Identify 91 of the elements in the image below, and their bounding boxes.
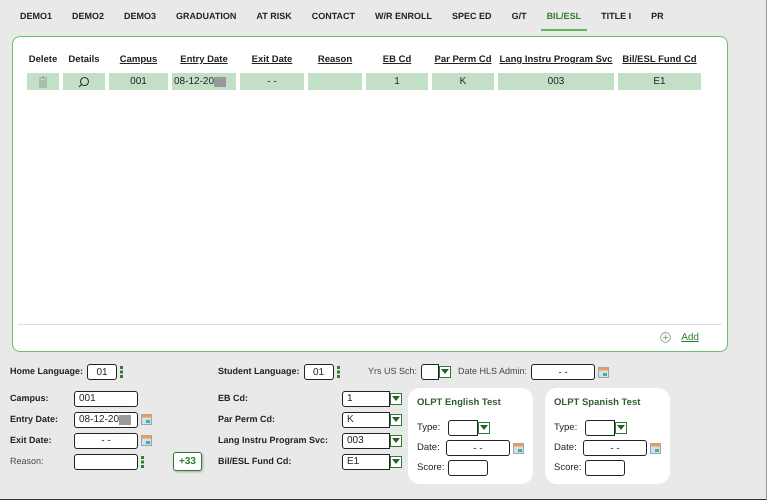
caret-icon: [392, 416, 400, 422]
field-label: Student Language:: [218, 365, 300, 378]
input-field[interactable]: 003: [342, 432, 390, 448]
field-label: Date:: [554, 441, 578, 456]
more-icon[interactable]: [141, 456, 144, 468]
calendar-icon[interactable]: [650, 442, 661, 454]
input-field[interactable]: - -: [74, 432, 138, 448]
column-header: Details: [67, 53, 101, 67]
table-cell: K: [432, 73, 494, 90]
field-label: EB Cd:: [218, 392, 249, 405]
input-field[interactable]: - -: [583, 440, 647, 456]
more-icon[interactable]: [120, 366, 124, 378]
card-title: OLPT Spanish Test: [554, 396, 642, 410]
add-icon[interactable]: [660, 332, 672, 343]
field-label: Exit Date:: [10, 434, 53, 447]
field-label: Bil/ESL Fund Cd:: [218, 454, 292, 468]
more-icon[interactable]: [336, 366, 340, 378]
table-cell: 1: [366, 73, 428, 90]
input-field[interactable]: 08-12-20: [74, 412, 138, 428]
field-label: Score:: [417, 461, 446, 476]
add-link[interactable]: Add: [681, 330, 699, 345]
caret-icon: [441, 369, 450, 375]
column-header: Delete: [28, 53, 58, 67]
column-header[interactable]: Exit Date: [240, 53, 304, 74]
field-label: Campus:: [10, 392, 50, 405]
input-field[interactable]: [448, 460, 488, 476]
input-field[interactable]: [421, 364, 440, 380]
table-cell: [308, 73, 362, 90]
column-header[interactable]: Bil/ESL Fund Cd: [618, 53, 701, 74]
field-label: Type:: [417, 421, 442, 436]
dropdown-button[interactable]: [390, 414, 402, 426]
table-cell: 001: [109, 73, 168, 90]
table-cell: 08-12-20: [172, 73, 236, 90]
input-field[interactable]: [585, 460, 625, 476]
dropdown-button[interactable]: [390, 434, 402, 446]
tab[interactable]: DEMO2: [72, 9, 104, 30]
tab[interactable]: PR: [651, 9, 664, 30]
input-field[interactable]: [74, 454, 138, 470]
tab[interactable]: CONTACT: [312, 9, 356, 30]
card-title: OLPT English Test: [417, 396, 502, 410]
dropdown-button[interactable]: [390, 392, 402, 404]
input-field[interactable]: [448, 420, 478, 436]
table-cell: - -: [240, 73, 304, 90]
caret-icon: [392, 458, 400, 464]
input-field[interactable]: 01: [304, 364, 334, 380]
tab[interactable]: GRADUATION: [176, 9, 236, 30]
input-field[interactable]: [585, 420, 615, 436]
input-field[interactable]: 01: [87, 364, 118, 380]
caret-icon: [392, 396, 400, 402]
field-label: Lang Instru Program Svc:: [218, 434, 330, 447]
tab[interactable]: SPEC ED: [452, 9, 492, 30]
calendar-icon[interactable]: [513, 442, 524, 454]
column-header[interactable]: Par Perm Cd: [432, 53, 494, 74]
field-label: Type:: [554, 421, 578, 436]
field-label: Score:: [554, 461, 582, 476]
table-cell: 003: [498, 73, 614, 90]
input-field[interactable]: E1: [342, 454, 390, 470]
input-field[interactable]: - -: [446, 440, 510, 456]
more-button[interactable]: +33: [173, 452, 202, 471]
column-header[interactable]: Entry Date: [172, 53, 236, 74]
tab[interactable]: BIL/ESL: [540, 9, 588, 30]
caret-icon: [480, 425, 488, 432]
dropdown-button[interactable]: [615, 422, 627, 434]
tab[interactable]: W/R ENROLL: [375, 9, 432, 30]
field-label: Date:: [417, 441, 441, 456]
table-cell: E1: [618, 73, 701, 90]
input-field[interactable]: 001: [74, 390, 138, 406]
dropdown-button[interactable]: [390, 456, 402, 468]
column-header[interactable]: EB Cd: [366, 53, 428, 74]
input-field[interactable]: - -: [531, 364, 596, 380]
tab[interactable]: G/T: [512, 9, 527, 30]
tab[interactable]: TITLE I: [601, 9, 632, 30]
input-field[interactable]: K: [342, 412, 390, 428]
tab[interactable]: AT RISK: [256, 9, 292, 30]
column-header[interactable]: Campus: [109, 53, 168, 74]
column-header[interactable]: Lang Instru Program Svc: [498, 53, 614, 74]
dropdown-button[interactable]: [439, 366, 452, 378]
tab[interactable]: DEMO1: [20, 9, 52, 30]
input-field[interactable]: 1: [342, 390, 390, 406]
column-header[interactable]: Reason: [308, 53, 362, 74]
caret-icon: [617, 425, 625, 432]
field-label: Date HLS Admin:: [458, 365, 528, 378]
search-icon[interactable]: [78, 76, 90, 88]
caret-icon: [392, 438, 400, 444]
dropdown-button[interactable]: [478, 422, 490, 434]
field-label: Home Language:: [10, 365, 84, 378]
field-label: Yrs US Sch:: [368, 365, 418, 378]
field-label: Entry Date:: [10, 412, 60, 426]
tab[interactable]: DEMO3: [124, 9, 156, 30]
field-label: Par Perm Cd:: [218, 412, 276, 426]
field-label: Reason:: [10, 454, 45, 468]
